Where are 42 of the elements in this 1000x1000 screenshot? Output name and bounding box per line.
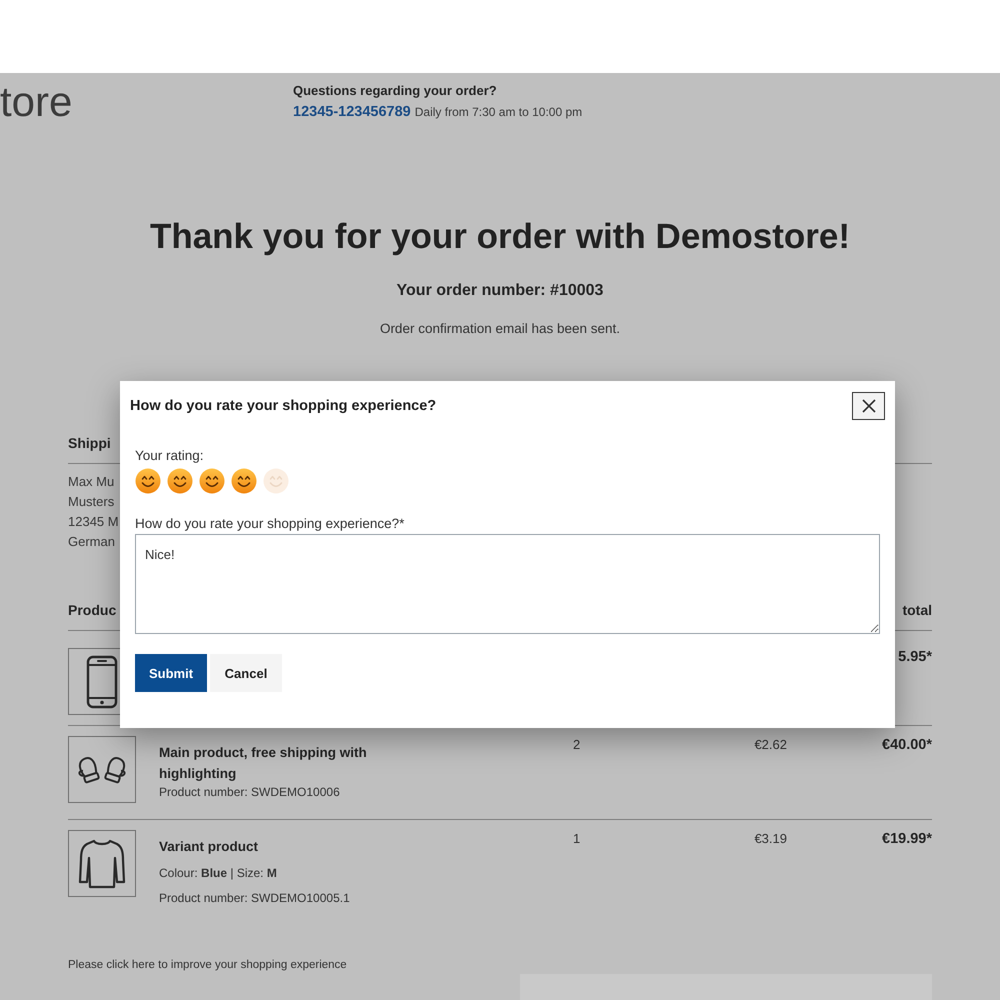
- product-name: Main product, free shipping with highlighting: [159, 744, 368, 783]
- long-sleeve-shirt-icon: [77, 838, 127, 890]
- address-line: Musters: [68, 493, 114, 511]
- section-heading: Shippi: [68, 434, 111, 453]
- product-variant: Colour: Blue | Size: M: [159, 865, 277, 881]
- smiley-icon[interactable]: [199, 468, 225, 494]
- product-name: Variant product: [159, 838, 258, 856]
- comment-label: How do you rate your shopping experience?*: [135, 515, 404, 533]
- feedback-link[interactable]: Please click here to improve your shopping experience: [68, 959, 347, 971]
- smiley-icon[interactable]: [135, 468, 161, 494]
- service-hours: Daily from 7:30 am to 10:00 pm: [414, 105, 582, 119]
- column-header: Produc: [68, 601, 116, 620]
- product-number: Product number: SWDEMO10006: [159, 784, 340, 800]
- unit-price: €2.62: [754, 737, 787, 752]
- page-title: Thank you for your order with Demostore!: [150, 216, 850, 258]
- unit-price: €3.19: [754, 831, 787, 846]
- address-line: 12345 M: [68, 513, 119, 531]
- product-number: Product number: SWDEMO10005.1: [159, 890, 350, 906]
- subtotal: €40.00*: [882, 737, 932, 753]
- address-line: Max Mu: [68, 473, 114, 491]
- close-button[interactable]: [852, 392, 885, 420]
- rating-label: Your rating:: [135, 447, 204, 465]
- email-note: Order confirmation email has been sent.: [380, 320, 620, 338]
- smiley-icon[interactable]: [231, 468, 257, 494]
- subtotal: 5.95*: [898, 649, 932, 665]
- cancel-button[interactable]: Cancel: [210, 654, 282, 692]
- quantity: 1: [573, 831, 580, 846]
- close-icon[interactable]: [862, 399, 876, 413]
- phone-link[interactable]: 12345-123456789: [293, 104, 411, 120]
- dialog-title: How do you rate your shopping experience?: [130, 397, 436, 416]
- logo-text[interactable]: tore: [0, 77, 72, 127]
- subtotal: €19.99*: [882, 831, 932, 847]
- order-number: Your order number: #10003: [396, 281, 604, 301]
- help-title: Questions regarding your order?: [293, 82, 497, 100]
- submit-button[interactable]: Submit: [135, 654, 207, 692]
- address-line: German: [68, 533, 115, 551]
- comment-field[interactable]: Nice!: [135, 534, 880, 634]
- column-header: total: [902, 601, 932, 620]
- smiley-icon[interactable]: [167, 468, 193, 494]
- phone-icon: [86, 654, 118, 708]
- rating-control[interactable]: [135, 468, 289, 494]
- quantity: 2: [573, 737, 580, 752]
